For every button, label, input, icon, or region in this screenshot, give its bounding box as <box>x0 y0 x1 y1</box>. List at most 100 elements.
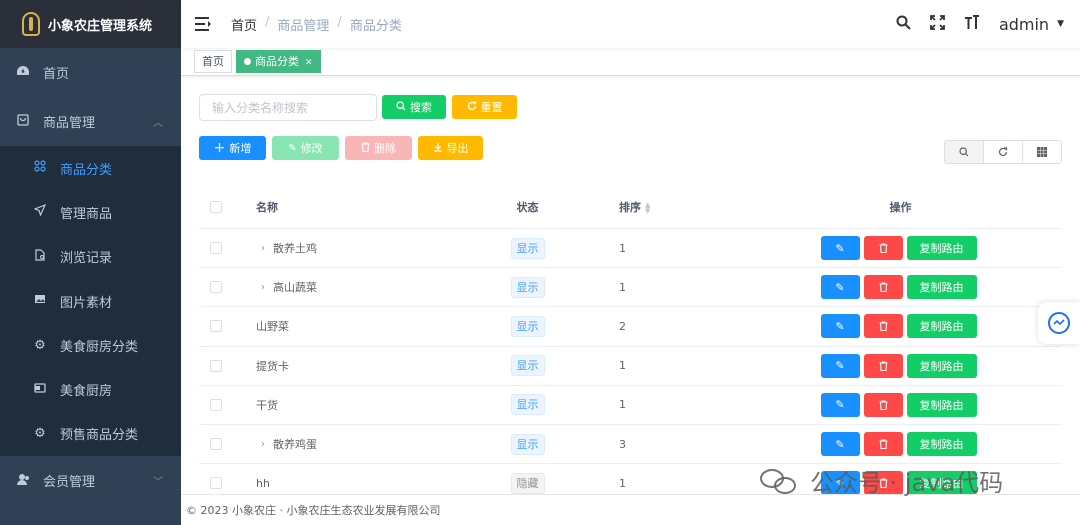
copy-route-button[interactable]: 复制路由 <box>906 471 977 496</box>
sidebar-item-label: 会员管理 <box>43 475 96 491</box>
row-checkbox[interactable] <box>210 438 222 451</box>
grid-icon <box>1037 147 1047 157</box>
row-delete-button[interactable] <box>863 353 903 378</box>
app-title: 小象农庄管理系统 <box>48 18 153 34</box>
edit-icon: ✎ <box>835 280 845 294</box>
cell-name: 山野菜 <box>233 318 436 334</box>
sidebar-item-manage-goods[interactable]: 管理商品 <box>0 190 181 234</box>
card-icon <box>33 382 47 398</box>
breadcrumb-goods[interactable]: 商品管理 <box>277 15 329 34</box>
breadcrumb-home[interactable]: 首页 <box>231 15 257 34</box>
copy-route-label: 复制路由 <box>919 438 964 452</box>
row-checkbox[interactable] <box>210 281 222 294</box>
row-checkbox[interactable] <box>210 242 222 255</box>
row-delete-button[interactable] <box>863 392 903 417</box>
copy-route-button[interactable]: 复制路由 <box>906 236 977 261</box>
copy-route-button[interactable]: 复制路由 <box>906 314 977 339</box>
hamburger-icon[interactable] <box>195 17 211 31</box>
row-sort: 1 <box>619 359 626 373</box>
status-badge: 显示 <box>510 315 545 337</box>
add-button-label: 新增 <box>229 142 252 155</box>
tag-home[interactable]: 首页 <box>194 50 232 73</box>
user-icon <box>16 473 30 489</box>
copy-route-button[interactable]: 复制路由 <box>906 275 977 300</box>
export-button[interactable]: 导出 <box>418 136 483 160</box>
sidebar-item-kitchen[interactable]: 美食厨房 <box>0 367 181 411</box>
sidebar-item-kitchen-category[interactable]: ⚙ 美食厨房分类 <box>0 323 181 367</box>
edit-icon: ✎ <box>835 476 845 490</box>
toggle-search-button[interactable] <box>945 141 984 163</box>
sidebar-item-members[interactable]: 会员管理 ﹀ <box>0 456 181 505</box>
row-edit-button[interactable]: ✎ <box>820 275 860 300</box>
sidebar-item-images[interactable]: 图片素材 <box>0 279 181 323</box>
cell-status: 显示 <box>436 237 619 259</box>
row-checkbox[interactable] <box>210 398 222 411</box>
row-checkbox[interactable] <box>210 359 222 372</box>
chevron-right-icon[interactable]: › <box>261 282 265 293</box>
sidebar-item-category[interactable]: 商品分类 <box>0 146 181 190</box>
row-sort: 1 <box>619 241 626 255</box>
caret-down-icon[interactable]: ▼ <box>1057 19 1064 29</box>
delete-button[interactable]: 删除 <box>345 136 412 160</box>
row-delete-button[interactable] <box>863 471 903 496</box>
header-ops: 操作 <box>889 201 912 214</box>
sidebar-item-browse-history[interactable]: 浏览记录 <box>0 235 181 279</box>
row-delete-button[interactable] <box>863 275 903 300</box>
refresh-button[interactable] <box>984 141 1023 163</box>
breadcrumb-separator: / <box>265 14 270 30</box>
table-row: › 散养土鸡 显示 1 ✎ 复制路由 <box>199 229 1062 269</box>
row-edit-button[interactable]: ✎ <box>820 353 860 378</box>
floating-assistant[interactable] <box>1038 302 1080 344</box>
row-sort: 1 <box>619 280 626 294</box>
chevron-right-icon[interactable]: › <box>261 439 265 450</box>
copy-route-label: 复制路由 <box>919 398 964 412</box>
row-delete-button[interactable] <box>863 314 903 339</box>
add-button[interactable]: + 新增 <box>199 136 266 160</box>
edit-button[interactable]: ✎ 修改 <box>272 136 339 160</box>
search-button[interactable]: 搜索 <box>382 95 446 119</box>
sidebar-item-label: 商品分类 <box>60 162 113 178</box>
row-checkbox[interactable] <box>210 477 222 490</box>
cell-name: › 散养土鸡 <box>233 240 436 256</box>
copy-route-button[interactable]: 复制路由 <box>906 392 977 417</box>
logo[interactable]: 小象农庄管理系统 <box>0 0 181 48</box>
reset-button-label: 重置 <box>480 101 503 114</box>
sidebar-item-label: 首页 <box>43 67 70 82</box>
search-icon[interactable] <box>887 15 921 34</box>
fullscreen-icon[interactable] <box>921 14 955 34</box>
header-name: 名称 <box>256 201 278 214</box>
row-edit-button[interactable]: ✎ <box>820 236 860 261</box>
row-edit-button[interactable]: ✎ <box>820 392 860 417</box>
trash-icon <box>879 439 887 450</box>
sort-caret-icon[interactable]: ▲ ▼ <box>645 202 650 215</box>
reset-button[interactable]: 重置 <box>452 95 517 119</box>
copy-route-button[interactable]: 复制路由 <box>906 353 977 378</box>
close-icon[interactable]: ✕ <box>305 58 313 68</box>
search-icon <box>396 100 406 114</box>
row-delete-button[interactable] <box>863 236 903 261</box>
copy-route-button[interactable]: 复制路由 <box>906 432 977 457</box>
columns-button[interactable] <box>1023 141 1061 163</box>
sidebar-item-home[interactable]: 首页 <box>0 48 181 97</box>
sidebar-item-presale-category[interactable]: ⚙ 预售商品分类 <box>0 412 181 456</box>
row-edit-button[interactable]: ✎ <box>820 432 860 457</box>
select-all-checkbox[interactable] <box>210 201 222 213</box>
tag-category[interactable]: 商品分类 ✕ <box>236 50 321 73</box>
sidebar-item-goods[interactable]: 商品管理 ︿ <box>0 97 181 146</box>
edit-icon: ✎ <box>835 241 845 255</box>
search-input[interactable] <box>199 94 377 121</box>
cell-ops: ✎ 复制路由 <box>739 471 1062 496</box>
header-sort[interactable]: 排序 ▲ ▼ <box>619 199 739 215</box>
chevron-right-icon[interactable]: › <box>261 243 265 254</box>
user-menu[interactable]: admin <box>999 15 1049 34</box>
app-root: 小象农庄管理系统 首页 商品管理 ︿ 商品分类 管理商品 浏览记录 图片素材 ⚙… <box>0 0 1080 525</box>
row-edit-button[interactable]: ✎ <box>820 471 860 496</box>
header-sort-label: 排序 <box>619 201 641 214</box>
row-delete-button[interactable] <box>863 432 903 457</box>
table-row: › 散养鸡蛋 显示 3 ✎ 复制路由 <box>199 425 1062 465</box>
row-name: 高山蔬菜 <box>273 281 317 295</box>
edit-icon: ✎ <box>835 359 845 373</box>
row-edit-button[interactable]: ✎ <box>820 314 860 339</box>
row-checkbox[interactable] <box>210 320 222 333</box>
font-size-icon[interactable] <box>955 14 989 34</box>
